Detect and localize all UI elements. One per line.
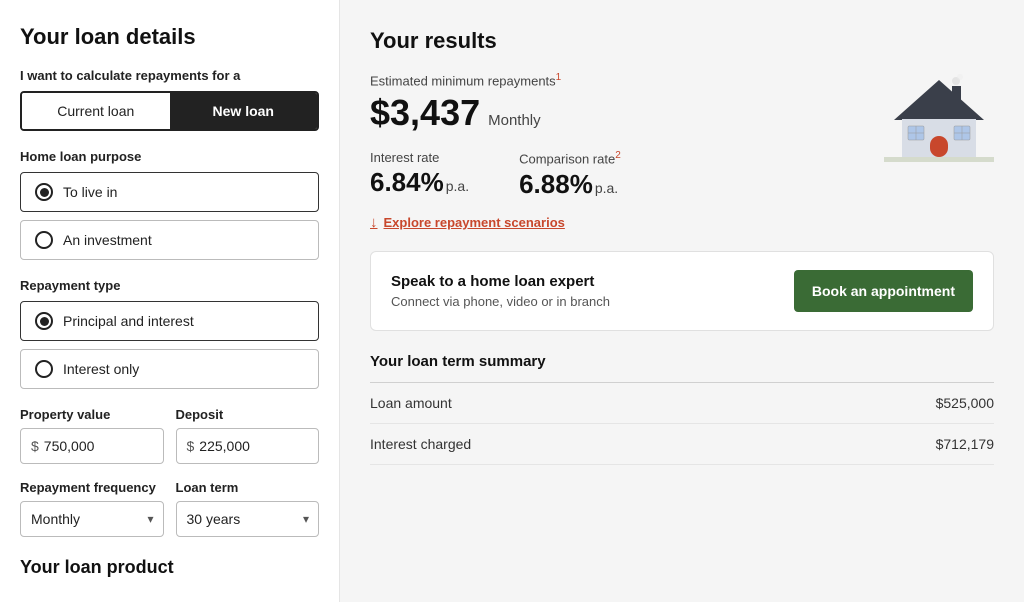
left-panel: Your loan details I want to calculate re…	[0, 0, 340, 602]
comparison-rate-block: Comparison rate2 6.88%p.a.	[519, 150, 621, 199]
loan-term-select[interactable]: 5 years 10 years 15 years 20 years 25 ye…	[176, 501, 320, 537]
estimated-label: Estimated minimum repayments1	[370, 72, 621, 88]
right-panel: Your results Estimated minimum repayment…	[340, 0, 1024, 602]
summary-title: Your loan term summary	[370, 353, 994, 370]
frequency-term-row: Repayment frequency Monthly Fortnightly …	[20, 480, 319, 537]
repayment-interest-only[interactable]: Interest only	[20, 349, 319, 389]
rates-row: Interest rate 6.84%p.a. Comparison rate2…	[370, 150, 621, 199]
purpose-radio-group: To live in An investment	[20, 172, 319, 260]
repayment-principal[interactable]: Principal and interest	[20, 301, 319, 341]
speak-subtitle: Connect via phone, video or in branch	[391, 294, 610, 309]
property-deposit-row: Property value $ Deposit $	[20, 407, 319, 464]
purpose-investment-label: An investment	[63, 232, 152, 248]
summary-row-loan-amount: Loan amount $525,000	[370, 383, 994, 424]
explore-arrow-icon: ↓	[370, 214, 378, 231]
purpose-live-in[interactable]: To live in	[20, 172, 319, 212]
deposit-prefix: $	[187, 438, 195, 454]
repayment-freq: Monthly	[488, 112, 541, 129]
loan-amount-value: $525,000	[936, 395, 994, 411]
deposit-label: Deposit	[176, 407, 320, 422]
interest-rate-block: Interest rate 6.84%p.a.	[370, 150, 469, 199]
speak-title: Speak to a home loan expert	[391, 273, 610, 290]
purpose-live-in-label: To live in	[63, 184, 117, 200]
radio-circle-live-in	[35, 183, 53, 201]
deposit-group: Deposit $	[176, 407, 320, 464]
results-left: Estimated minimum repayments1 $3,437 Mon…	[370, 72, 621, 251]
results-title: Your results	[370, 28, 994, 54]
interest-charged-label: Interest charged	[370, 436, 471, 452]
interest-rate-value: 6.84%p.a.	[370, 167, 469, 198]
results-top: Estimated minimum repayments1 $3,437 Mon…	[370, 72, 994, 251]
repayment-amount: $3,437 Monthly	[370, 92, 621, 134]
repayment-value: $3,437	[370, 92, 480, 134]
frequency-select[interactable]: Monthly Fortnightly Weekly	[20, 501, 164, 537]
radio-circle-interest-only	[35, 360, 53, 378]
frequency-group: Repayment frequency Monthly Fortnightly …	[20, 480, 164, 537]
property-value-label: Property value	[20, 407, 164, 422]
new-loan-btn[interactable]: New loan	[170, 93, 318, 129]
explore-link[interactable]: ↓ Explore repayment scenarios	[370, 214, 621, 231]
repayment-frequency-label: Repayment frequency	[20, 480, 164, 495]
comparison-rate-label: Comparison rate2	[519, 150, 621, 166]
deposit-input-wrapper: $	[176, 428, 320, 464]
radio-circle-investment	[35, 231, 53, 249]
purpose-investment[interactable]: An investment	[20, 220, 319, 260]
interest-charged-value: $712,179	[936, 436, 994, 452]
speak-text: Speak to a home loan expert Connect via …	[391, 273, 610, 309]
your-loan-product: Your loan product	[20, 557, 319, 578]
repayment-radio-group: Principal and interest Interest only	[20, 301, 319, 389]
deposit-input[interactable]	[199, 429, 308, 463]
current-loan-btn[interactable]: Current loan	[22, 93, 170, 129]
summary-row-interest-charged: Interest charged $712,179	[370, 424, 994, 465]
book-appointment-btn[interactable]: Book an appointment	[794, 270, 973, 312]
calculate-label: I want to calculate repayments for a	[20, 68, 319, 83]
page-title: Your loan details	[20, 24, 319, 50]
repayment-type-label: Repayment type	[20, 278, 319, 293]
home-loan-purpose-label: Home loan purpose	[20, 149, 319, 164]
loan-term-summary: Your loan term summary Loan amount $525,…	[370, 353, 994, 465]
interest-rate-label: Interest rate	[370, 150, 469, 165]
property-value-prefix: $	[31, 438, 39, 454]
repayment-principal-label: Principal and interest	[63, 313, 194, 329]
loan-amount-label: Loan amount	[370, 395, 452, 411]
property-value-input-wrapper: $	[20, 428, 164, 464]
loan-term-group: Loan term 5 years 10 years 15 years 20 y…	[176, 480, 320, 537]
comparison-rate-value: 6.88%p.a.	[519, 169, 621, 200]
radio-circle-principal	[35, 312, 53, 330]
property-value-group: Property value $	[20, 407, 164, 464]
loan-term-label: Loan term	[176, 480, 320, 495]
frequency-select-wrapper: Monthly Fortnightly Weekly ▾	[20, 501, 164, 537]
house-illustration	[884, 72, 994, 162]
repayment-interest-only-label: Interest only	[63, 361, 139, 377]
speak-card: Speak to a home loan expert Connect via …	[370, 251, 994, 331]
loan-term-select-wrapper: 5 years 10 years 15 years 20 years 25 ye…	[176, 501, 320, 537]
property-value-input[interactable]	[44, 429, 153, 463]
loan-type-toggle: Current loan New loan	[20, 91, 319, 131]
